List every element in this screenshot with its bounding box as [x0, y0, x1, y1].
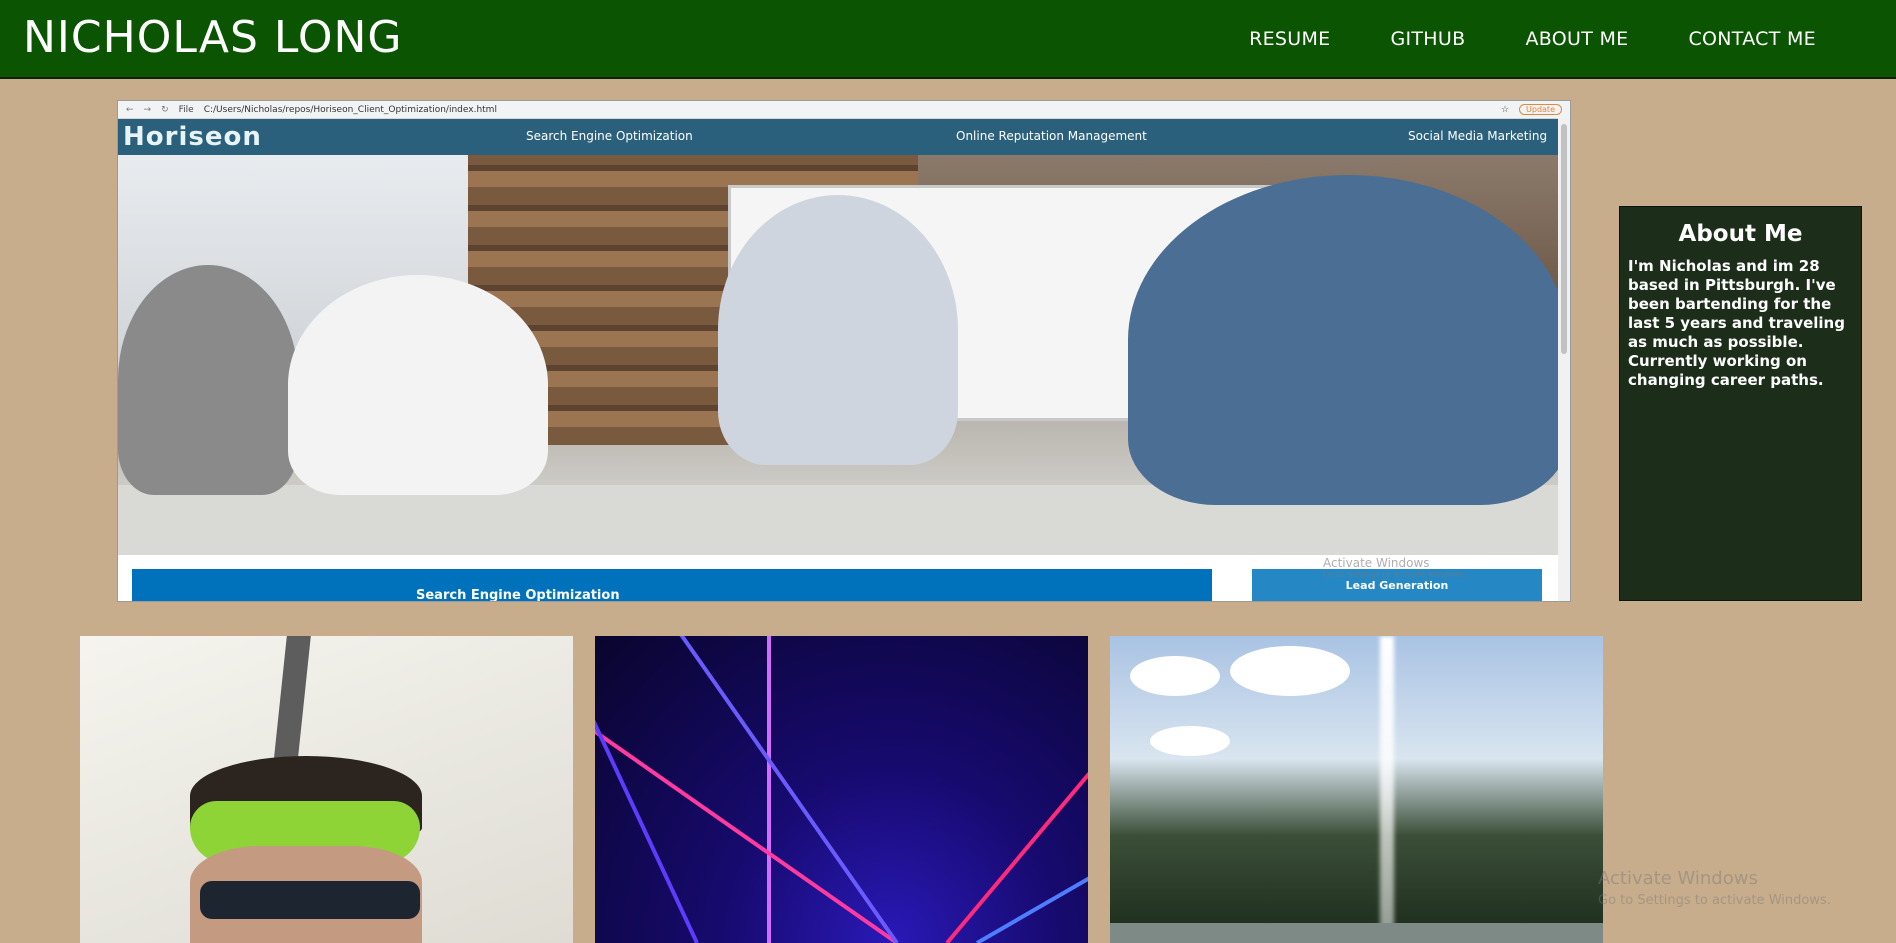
tent-pole: [273, 636, 311, 766]
nav-contact-link[interactable]: CONTACT ME: [1688, 28, 1816, 50]
browser-chrome: ← → ↻ File C:/Users/Nicholas/repos/Horis…: [118, 101, 1570, 119]
hero-person-2: [288, 275, 548, 495]
screenshot-watermark-line2: Go to Settings to activate Windows.: [1323, 570, 1467, 579]
hero-person-1: [118, 265, 298, 495]
hero-person-3: [718, 195, 958, 465]
laser-beam: [595, 636, 699, 943]
horiseon-logo: Horiseon: [123, 122, 262, 152]
horiseon-nav-reputation: Online Reputation Management: [956, 129, 1147, 143]
cloud: [1230, 646, 1350, 696]
browser-nav-icons: ← → ↻: [126, 105, 169, 115]
laser-beam: [945, 636, 1088, 943]
horiseon-hero-photo: [118, 155, 1570, 555]
sunglasses: [200, 881, 420, 919]
reload-icon: ↻: [161, 104, 169, 115]
cloud: [1130, 656, 1220, 696]
nav-about-link[interactable]: ABOUT ME: [1525, 28, 1628, 50]
forward-arrow-icon: →: [143, 104, 152, 115]
about-me-card: About Me I'm Nicholas and im 28 based in…: [1619, 206, 1862, 601]
browser-url-prefix: File: [178, 104, 194, 115]
nav-resume-link[interactable]: RESUME: [1249, 28, 1330, 50]
browser-url: C:/Users/Nicholas/repos/Horiseon_Client_…: [203, 104, 497, 115]
main-nav: RESUME GITHUB ABOUT ME CONTACT ME: [1249, 28, 1816, 50]
river: [1110, 923, 1603, 943]
horiseon-nav-social: Social Media Marketing: [1408, 129, 1548, 143]
nav-github-link[interactable]: GITHUB: [1390, 28, 1465, 50]
gallery-photo-lasers[interactable]: [595, 636, 1088, 943]
screenshot-scrollbar-thumb: [1561, 124, 1567, 354]
cloud: [1150, 726, 1230, 756]
horiseon-nav-seo: Search Engine Optimization: [526, 129, 693, 143]
featured-project-screenshot[interactable]: ← → ↻ File C:/Users/Nicholas/repos/Horis…: [117, 100, 1571, 602]
sunbeam: [1380, 636, 1394, 943]
about-title: About Me: [1678, 221, 1803, 247]
gallery-photo-river[interactable]: [1110, 636, 1603, 943]
horiseon-header: Horiseon Search Engine Optimization Onli…: [118, 119, 1570, 155]
about-body: I'm Nicholas and im 28 based in Pittsbur…: [1628, 257, 1845, 389]
watermark-line2: Go to Settings to activate Windows.: [1598, 893, 1831, 908]
screenshot-scrollbar: [1558, 118, 1570, 601]
star-icon: ☆: [1500, 104, 1510, 115]
screenshot-watermark: Activate Windows Go to Settings to activ…: [1323, 556, 1466, 579]
windows-activation-watermark: Activate Windows Go to Settings to activ…: [1598, 868, 1831, 908]
gallery-photo-selfie[interactable]: [80, 636, 573, 943]
laser-beam: [654, 636, 899, 943]
hero-person-4: [1128, 175, 1568, 505]
screenshot-watermark-line1: Activate Windows: [1323, 556, 1430, 570]
site-brand[interactable]: NICHOLAS LONG: [23, 12, 402, 63]
watermark-line1: Activate Windows: [1598, 868, 1758, 889]
top-navbar: NICHOLAS LONG RESUME GITHUB ABOUT ME CON…: [0, 0, 1896, 79]
laser-beam: [767, 636, 771, 943]
browser-update-badge: Update: [1519, 104, 1562, 115]
back-arrow-icon: ←: [126, 104, 134, 115]
horiseon-seo-section: Search Engine Optimization: [132, 569, 1212, 601]
